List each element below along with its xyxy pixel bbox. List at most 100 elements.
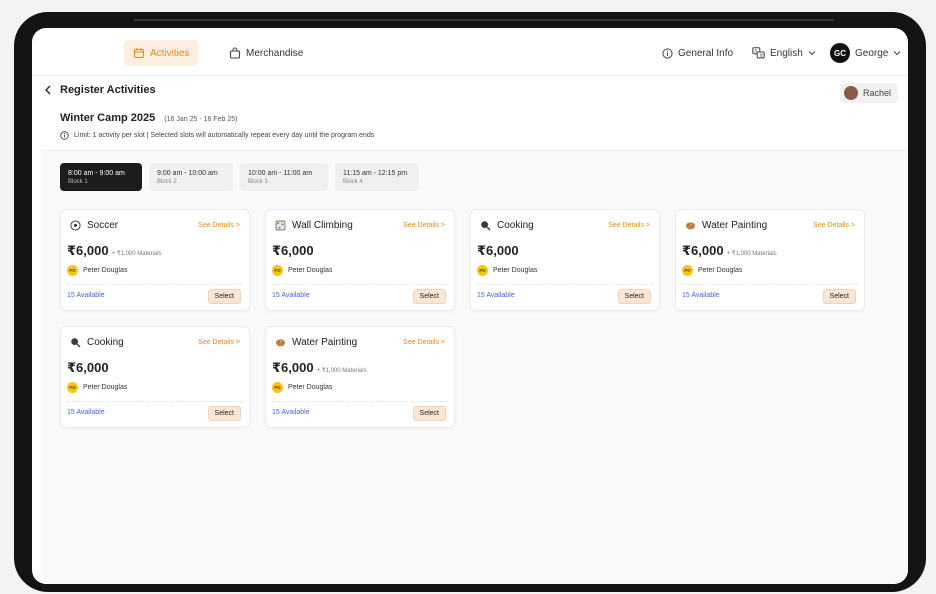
activity-card-soccer: Soccer See Details > ₹6,000 + ₹1,000 Mat… [60,209,250,311]
bag-icon [229,47,241,59]
activity-name: Cooking [87,337,124,348]
activity-card-cooking: Cooking See Details > ₹6,000 PD Peter Do… [470,209,660,311]
select-button[interactable]: Select [822,289,856,304]
slot-block: Block 4 [343,178,363,185]
materials-fee: + ₹1,000 Materials [111,251,162,257]
see-details-link[interactable]: See Details > [813,222,855,229]
select-button[interactable]: Select [207,289,241,304]
tab-merchandise[interactable]: Merchandise [220,40,312,66]
coach-avatar: PD [272,382,283,393]
coach-avatar: PD [67,382,78,393]
coach-avatar: PD [682,265,693,276]
coach-name: Peter Douglas [288,267,333,274]
soccer-ball-icon [70,220,81,231]
svg-text:文: 文 [759,52,764,59]
top-nav: Activities Merchandise General Info A文 E… [32,28,908,76]
availability-badge: 15 Available [272,409,310,416]
slot-tabs: 8:00 am - 9:00 am Block 1 9:00 am - 10:0… [60,163,419,191]
select-button[interactable]: Select [412,289,446,304]
slot-block: Block 2 [157,178,177,185]
general-info-link[interactable]: General Info [662,41,733,65]
info-icon [662,47,673,59]
materials-fee: + ₹1,000 Materials [316,368,367,374]
activity-price: ₹6,000 [67,360,109,375]
activity-card-wall-climbing: Wall Climbing See Details > ₹6,000 PD Pe… [265,209,455,311]
availability-badge: 15 Available [272,292,310,299]
activity-name: Water Painting [292,337,358,348]
activity-price: ₹6,000 [682,243,724,258]
select-button[interactable]: Select [617,289,651,304]
slot-block-1[interactable]: 8:00 am - 9:00 am Block 1 [60,163,142,191]
coach-name: Peter Douglas [288,384,333,391]
cooking-icon [480,220,491,231]
slot-time: 9:00 am - 10:00 am [157,169,218,177]
child-selector[interactable]: Rachel [839,83,898,103]
language-label: English [770,47,803,59]
see-details-link[interactable]: See Details > [608,222,650,229]
card-divider [67,401,243,402]
activity-card-cooking: Cooking See Details > ₹6,000 PD Peter Do… [60,326,250,428]
activity-name: Water Painting [702,220,768,231]
card-divider [67,284,243,285]
tab-merchandise-label: Merchandise [246,47,304,59]
activity-price: ₹6,000 [477,243,519,258]
coach-avatar: PD [272,265,283,276]
limit-note: Limit: 1 activity per slot | Selected sl… [60,131,374,140]
child-avatar [843,86,858,100]
limit-text: Limit: 1 activity per slot | Selected sl… [74,132,375,139]
activity-name: Wall Climbing [292,220,353,231]
translate-icon: A文 [752,47,765,59]
card-divider [477,284,653,285]
calendar-icon [133,47,145,59]
app-screen: Activities Merchandise General Info A文 E… [32,28,908,584]
see-details-link[interactable]: See Details > [403,222,445,229]
user-avatar: GC [830,43,850,63]
chevron-down-icon [893,50,901,56]
user-menu[interactable]: GC George [830,41,901,65]
coach-name: Peter Douglas [493,267,538,274]
activity-name: Soccer [87,220,119,231]
chevron-left-icon [44,85,52,95]
child-name: Rachel [862,88,891,98]
see-details-link[interactable]: See Details > [198,222,240,229]
see-details-link[interactable]: See Details > [198,339,240,346]
select-button[interactable]: Select [412,406,446,421]
materials-fee: + ₹1,000 Materials [726,251,777,257]
card-divider [682,284,858,285]
activity-price: ₹6,000 [272,243,314,258]
availability-badge: 15 Available [67,409,105,416]
palette-icon [685,220,696,231]
coach-avatar: PD [67,265,78,276]
slot-block-3[interactable]: 10:00 am - 11:00 am Block 3 [240,163,328,191]
activity-content: 8:00 am - 9:00 am Block 1 9:00 am - 10:0… [42,150,908,584]
activity-card-water-painting: Water Painting See Details > ₹6,000 + ₹1… [265,326,455,428]
language-selector[interactable]: A文 English [752,41,816,65]
card-divider [272,284,448,285]
climbing-icon [275,220,286,231]
card-divider [272,401,448,402]
slot-time: 8:00 am - 9:00 am [68,169,125,177]
availability-badge: 15 Available [67,292,105,299]
slot-block-4[interactable]: 11:15 am - 12:15 pm Block 4 [335,163,419,191]
availability-badge: 15 Available [477,292,515,299]
camp-dates: (16 Jan 25 - 16 Feb 25) [164,116,238,123]
slot-block-2[interactable]: 9:00 am - 10:00 am Block 2 [149,163,233,191]
slot-block: Block 3 [248,178,268,185]
select-button[interactable]: Select [207,406,241,421]
activity-name: Cooking [497,220,534,231]
bezel-edge [134,19,834,21]
tab-activities-label: Activities [150,47,190,59]
activity-card-water-painting: Water Painting See Details > ₹6,000 + ₹1… [675,209,865,311]
info-icon [60,131,69,140]
general-info-label: General Info [678,47,734,59]
see-details-link[interactable]: See Details > [403,339,445,346]
coach-avatar: PD [477,265,488,276]
slot-time: 10:00 am - 11:00 am [248,169,313,177]
camp-title: Winter Camp 2025 (16 Jan 25 - 16 Feb 25) [60,112,237,124]
coach-name: Peter Douglas [698,267,743,274]
palette-icon [275,337,286,348]
tab-activities[interactable]: Activities [124,40,199,66]
user-name: George [855,47,889,59]
back-button[interactable]: Register Activities [44,84,156,96]
chevron-down-icon [808,50,816,56]
